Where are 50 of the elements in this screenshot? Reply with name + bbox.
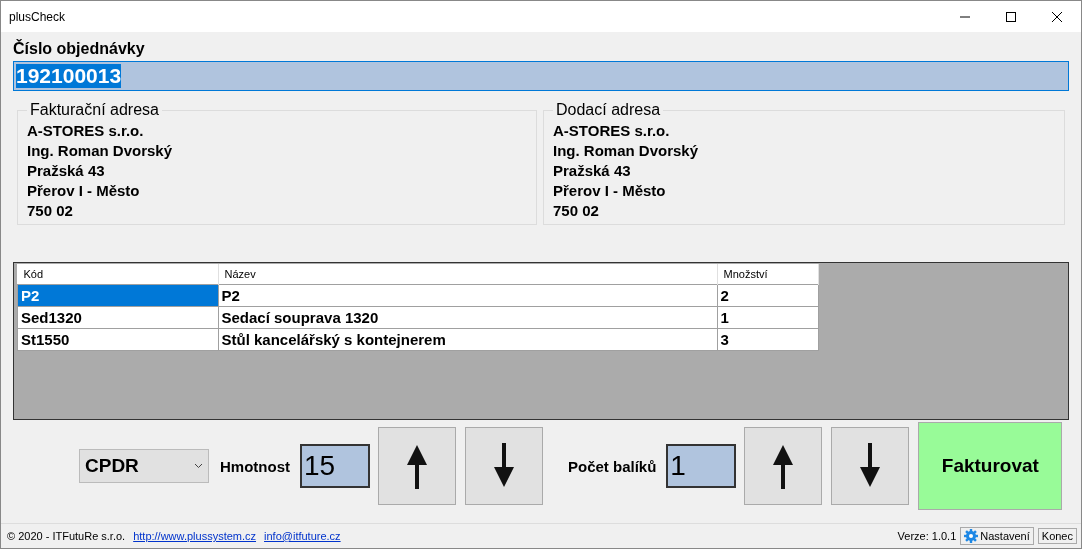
table-cell: P2 <box>17 284 218 307</box>
table-cell: P2 <box>218 284 717 307</box>
address-line: Pražská 43 <box>553 161 632 181</box>
address-line: 750 02 <box>553 201 600 221</box>
exit-button[interactable]: Konec <box>1037 528 1077 544</box>
maximize-icon[interactable] <box>1005 10 1017 23</box>
address-line: Přerov I - Město <box>553 181 667 201</box>
weight-field[interactable]: 15 <box>300 444 370 488</box>
copyright-text: © 2020 - ITFutuRe s.r.o. <box>7 530 126 542</box>
window-title: plusCheck <box>9 9 66 24</box>
arrow-down-icon <box>493 443 515 489</box>
table-cell: Stůl kancelářský s kontejnerem <box>218 328 717 351</box>
address-line: A-STORES s.r.o. <box>27 121 145 141</box>
increase-button[interactable] <box>744 427 823 505</box>
table-cell: St1550 <box>17 328 218 351</box>
address-line: Ing. Roman Dvorský <box>27 141 174 161</box>
address-line: Ing. Roman Dvorský <box>553 141 700 161</box>
order-number-field[interactable]: 192100013 <box>13 61 1069 91</box>
address-line: Pražská 43 <box>27 161 106 181</box>
table-cell: 1 <box>717 306 818 329</box>
carrier-dropdown[interactable]: CPDR <box>79 449 209 483</box>
address-line: Přerov I - Město <box>27 181 141 201</box>
link[interactable]: info@itfuture.cz <box>264 530 341 542</box>
address-line: 750 02 <box>27 201 74 221</box>
close-icon[interactable] <box>1051 10 1063 23</box>
group-title: Dodací adresa <box>555 101 662 119</box>
table-cell: Sedací souprava 1320 <box>218 306 717 329</box>
arrow-up-icon <box>406 443 428 489</box>
order-number-label: Číslo objednávky <box>13 40 146 58</box>
column-header[interactable]: Název <box>218 264 717 285</box>
table-cell: 3 <box>717 328 818 351</box>
link[interactable]: http://www.plussystem.cz <box>133 530 257 542</box>
arrow-down-icon <box>859 443 882 489</box>
column-header[interactable]: Množství <box>717 264 818 285</box>
invoice-button[interactable]: Fakturovat <box>918 422 1063 510</box>
address-line: A-STORES s.r.o. <box>553 121 671 141</box>
table-cell: 2 <box>717 284 818 307</box>
table-cell: Sed1320 <box>17 306 218 329</box>
chevron-down-icon <box>194 463 203 469</box>
settings-button[interactable]: Nastavení <box>960 527 1034 545</box>
weight-label: Hmotnost <box>220 457 290 475</box>
decrease-button[interactable] <box>831 427 910 505</box>
packages-label: Počet balíků <box>568 457 657 475</box>
group-title: Fakturační adresa <box>29 101 160 119</box>
decrease-button[interactable] <box>465 427 543 505</box>
gear-icon <box>964 529 979 543</box>
packages-field[interactable]: 1 <box>666 444 737 488</box>
arrow-up-icon <box>772 443 795 489</box>
increase-button[interactable] <box>378 427 456 505</box>
version-text: Verze: 1.0.1 <box>897 530 957 542</box>
